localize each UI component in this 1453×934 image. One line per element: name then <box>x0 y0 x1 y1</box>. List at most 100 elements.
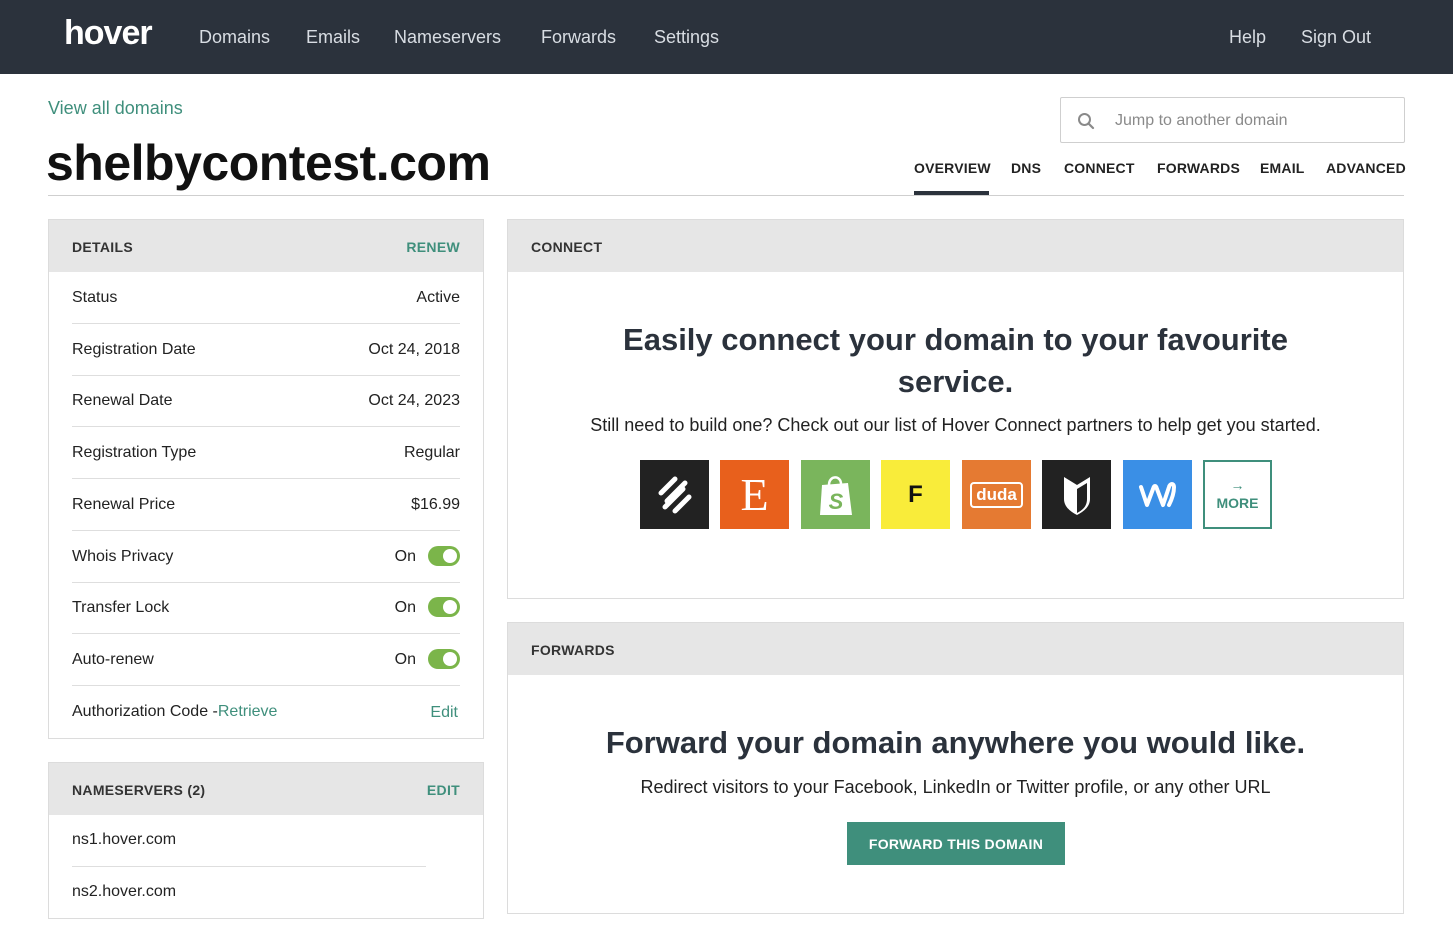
tab-forwards[interactable]: FORWARDS <box>1157 160 1240 176</box>
whois-privacy-toggle[interactable] <box>428 546 460 566</box>
partner-etsy-tile[interactable]: E <box>720 460 789 529</box>
squarespace-icon <box>658 476 691 513</box>
partner-bigcartel-tile[interactable] <box>1042 460 1111 529</box>
weebly-icon <box>1138 481 1176 507</box>
nav-nameservers[interactable]: Nameservers <box>394 27 501 48</box>
partner-duda-tile[interactable]: duda <box>962 460 1031 529</box>
etsy-icon: E <box>740 468 769 520</box>
nav-forwards[interactable]: Forwards <box>541 27 616 48</box>
detail-row-renewal-date: Renewal Date Oct 24, 2023 <box>72 375 460 427</box>
detail-row-renewal-price: Renewal Price $16.99 <box>72 479 460 531</box>
duda-icon: duda <box>970 481 1023 508</box>
forward-this-domain-button[interactable]: FORWARD THIS DOMAIN <box>847 822 1065 865</box>
connect-heading-line: Easily connect your domain to your favou… <box>623 322 1288 357</box>
detail-label: Registration Date <box>72 341 196 358</box>
format-icon: F <box>908 480 923 508</box>
connect-heading: Easily connect your domain to your favou… <box>508 319 1403 403</box>
detail-value: Oct 24, 2023 <box>368 392 460 409</box>
more-label: MORE <box>1216 495 1259 511</box>
tab-email[interactable]: EMAIL <box>1260 160 1305 176</box>
nav-emails[interactable]: Emails <box>306 27 360 48</box>
detail-label: Whois Privacy <box>72 548 174 565</box>
partner-weebly-tile[interactable] <box>1123 460 1192 529</box>
detail-value: $16.99 <box>411 496 460 513</box>
tab-dns[interactable]: DNS <box>1011 160 1041 176</box>
detail-label: Transfer Lock <box>72 599 170 616</box>
search-icon <box>1077 112 1095 130</box>
details-panel: DETAILS RENEW Status Active Registration… <box>48 219 484 739</box>
toggle-knob <box>443 600 457 614</box>
transfer-lock-toggle[interactable] <box>428 597 460 617</box>
detail-label: Registration Type <box>72 444 197 461</box>
connect-heading-line: service. <box>897 364 1014 399</box>
nameservers-title: NAMESERVERS (2) <box>72 782 206 798</box>
tab-overview[interactable]: OVERVIEW <box>914 160 991 176</box>
shopify-bag-icon: S <box>819 475 852 515</box>
partner-more-button[interactable]: → MORE <box>1203 460 1272 529</box>
tab-connect[interactable]: CONNECT <box>1064 160 1135 176</box>
forwards-header: FORWARDS <box>508 623 1403 675</box>
tabs-divider <box>48 195 1404 196</box>
details-header: DETAILS RENEW <box>49 220 483 272</box>
nav-help[interactable]: Help <box>1229 27 1266 48</box>
domain-search[interactable] <box>1060 97 1405 143</box>
toggle-knob <box>443 549 457 563</box>
detail-label: Renewal Date <box>72 392 173 409</box>
detail-label: Authorization Code -Retrieve <box>72 703 277 721</box>
toggle-knob <box>443 652 457 666</box>
detail-row-status: Status Active <box>72 272 460 324</box>
forwards-panel: FORWARDS Forward your domain anywhere yo… <box>507 622 1404 914</box>
renew-button[interactable]: RENEW <box>406 239 460 255</box>
detail-label: Status <box>72 289 118 306</box>
view-all-domains-link[interactable]: View all domains <box>48 98 183 119</box>
nameservers-header: NAMESERVERS (2) EDIT <box>49 763 483 815</box>
auth-code-label: Authorization Code - <box>72 703 218 720</box>
detail-row-transfer-lock: Transfer Lock On <box>72 582 460 634</box>
detail-value: Regular <box>403 444 460 461</box>
nameservers-panel: NAMESERVERS (2) EDIT ns1.hover.com ns2.h… <box>48 762 484 919</box>
nameserver-item: ns2.hover.com <box>72 867 426 919</box>
forwards-subtext: Redirect visitors to your Facebook, Link… <box>640 777 1271 797</box>
auto-renew-toggle[interactable] <box>428 649 460 669</box>
top-navigation-bar: hover Domains Emails Nameservers Forward… <box>0 0 1453 74</box>
detail-value: Active <box>416 289 460 306</box>
detail-label: Renewal Price <box>72 496 176 513</box>
detail-row-registration-type: Registration Type Regular <box>72 427 460 479</box>
detail-label: Auto-renew <box>72 651 154 668</box>
nav-settings[interactable]: Settings <box>654 27 719 48</box>
details-title: DETAILS <box>72 239 133 255</box>
forwards-heading: Forward your domain anywhere you would l… <box>605 725 1306 760</box>
detail-value: Oct 24, 2018 <box>368 341 460 358</box>
connect-panel: CONNECT Easily connect your domain to yo… <box>507 219 1404 599</box>
nav-domains[interactable]: Domains <box>199 27 270 48</box>
connect-title: CONNECT <box>531 239 603 255</box>
connect-subtext: Still need to build one? Check out our l… <box>590 415 1321 435</box>
nameserver-value: ns2.hover.com <box>72 883 177 900</box>
hover-logo[interactable]: hover <box>64 14 153 53</box>
arrow-right-icon: → <box>1230 477 1245 493</box>
nameserver-item: ns1.hover.com <box>72 815 426 867</box>
detail-row-whois-privacy: Whois Privacy On <box>72 531 460 583</box>
detail-row-auto-renew: Auto-renew On <box>72 634 460 686</box>
detail-value: On <box>394 599 416 616</box>
bigcartel-icon <box>1063 476 1090 515</box>
retrieve-link[interactable]: Retrieve <box>218 703 278 720</box>
nameserver-value: ns1.hover.com <box>72 831 177 848</box>
shopify-icon: S <box>828 489 843 514</box>
detail-row-authorization-code: Authorization Code -Retrieve Edit <box>72 686 460 738</box>
forwards-title: FORWARDS <box>531 642 615 658</box>
detail-row-registration-date: Registration Date Oct 24, 2018 <box>72 324 460 376</box>
partner-squarespace-tile[interactable] <box>640 460 709 529</box>
tab-advanced[interactable]: ADVANCED <box>1326 160 1406 176</box>
nav-sign-out[interactable]: Sign Out <box>1301 27 1371 48</box>
active-tab-indicator <box>914 191 989 195</box>
partner-format-tile[interactable]: F <box>881 460 950 529</box>
connect-header: CONNECT <box>508 220 1403 272</box>
detail-value: On <box>394 548 416 565</box>
auth-code-edit-link[interactable]: Edit <box>430 704 458 722</box>
nameservers-edit-button[interactable]: EDIT <box>427 782 460 798</box>
partner-shopify-tile[interactable]: S <box>801 460 870 529</box>
page-title: shelbycontest.com <box>46 135 491 191</box>
detail-value: On <box>394 651 416 668</box>
search-input[interactable] <box>1115 108 1395 134</box>
